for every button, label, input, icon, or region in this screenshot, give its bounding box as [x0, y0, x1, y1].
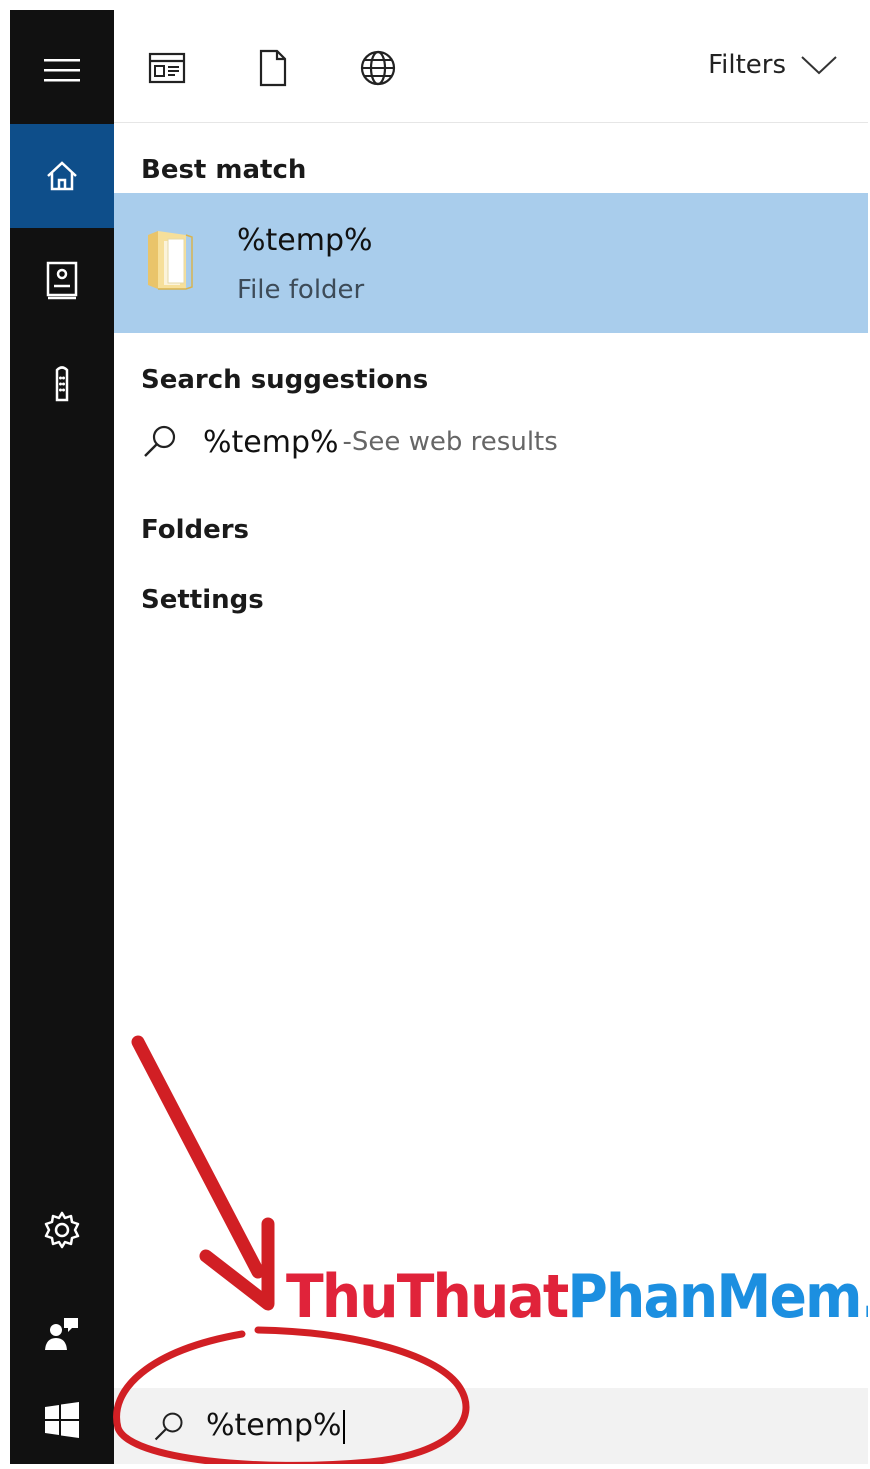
feedback-icon [45, 1318, 78, 1350]
settings-icon [44, 1211, 80, 1249]
search-icon [144, 425, 176, 457]
feedback-button[interactable] [10, 1282, 114, 1386]
apps-icon [148, 52, 186, 84]
best-match-type: File folder [237, 275, 365, 305]
menu-icon [44, 59, 80, 82]
apps-filter-button[interactable] [147, 48, 187, 88]
filters-label: Filters [708, 50, 786, 80]
chevron-down-icon [801, 56, 837, 75]
folder-icon [148, 231, 193, 290]
home-icon [47, 161, 77, 191]
suggestion-hint: See web results [351, 427, 558, 457]
suggestion-separator: - [342, 427, 352, 457]
devices-icon [55, 366, 69, 402]
web-icon [360, 50, 396, 86]
annotation-arrow-head [199, 1217, 275, 1311]
suggestion-query: %temp% [203, 424, 339, 460]
search-input[interactable]: %temp% [206, 1408, 345, 1444]
filter-bar: Filters [114, 10, 868, 123]
devices-button[interactable] [10, 332, 114, 436]
filters-dropdown[interactable]: Filters [708, 50, 838, 80]
home-button[interactable] [10, 124, 114, 228]
search-icon [154, 1412, 183, 1441]
settings-button[interactable] [10, 1178, 114, 1282]
menu-button[interactable] [10, 18, 114, 122]
search-box[interactable]: %temp% [114, 1388, 868, 1464]
web-suggestion-item[interactable]: %temp% - See web results [141, 423, 558, 461]
web-filter-button[interactable] [358, 48, 398, 88]
text-caret [342, 1409, 345, 1444]
folders-heading[interactable]: Folders [141, 515, 249, 545]
documents-filter-button[interactable] [253, 48, 293, 88]
search-suggestions-heading: Search suggestions [141, 365, 429, 395]
settings-heading[interactable]: Settings [141, 585, 264, 615]
search-panel: Filters Best match %temp% File folder Se… [10, 10, 868, 1464]
notebook-icon [46, 261, 78, 300]
best-match-heading: Best match [141, 155, 307, 185]
best-match-item[interactable]: %temp% File folder [114, 193, 868, 333]
document-icon [259, 49, 287, 87]
start-button[interactable] [10, 1376, 114, 1464]
watermark-logo: ThuThuatPhanMem.vn [286, 1262, 868, 1332]
search-input-value: %temp% [206, 1408, 342, 1443]
watermark-part2: PhanMem.vn [567, 1262, 868, 1332]
notebook-button[interactable] [10, 228, 114, 332]
watermark-part1: ThuThuat [286, 1262, 569, 1332]
start-icon [45, 1402, 79, 1438]
left-rail [10, 10, 114, 1464]
annotation-arrow-shaft [131, 1035, 265, 1279]
best-match-name: %temp% [237, 223, 373, 258]
